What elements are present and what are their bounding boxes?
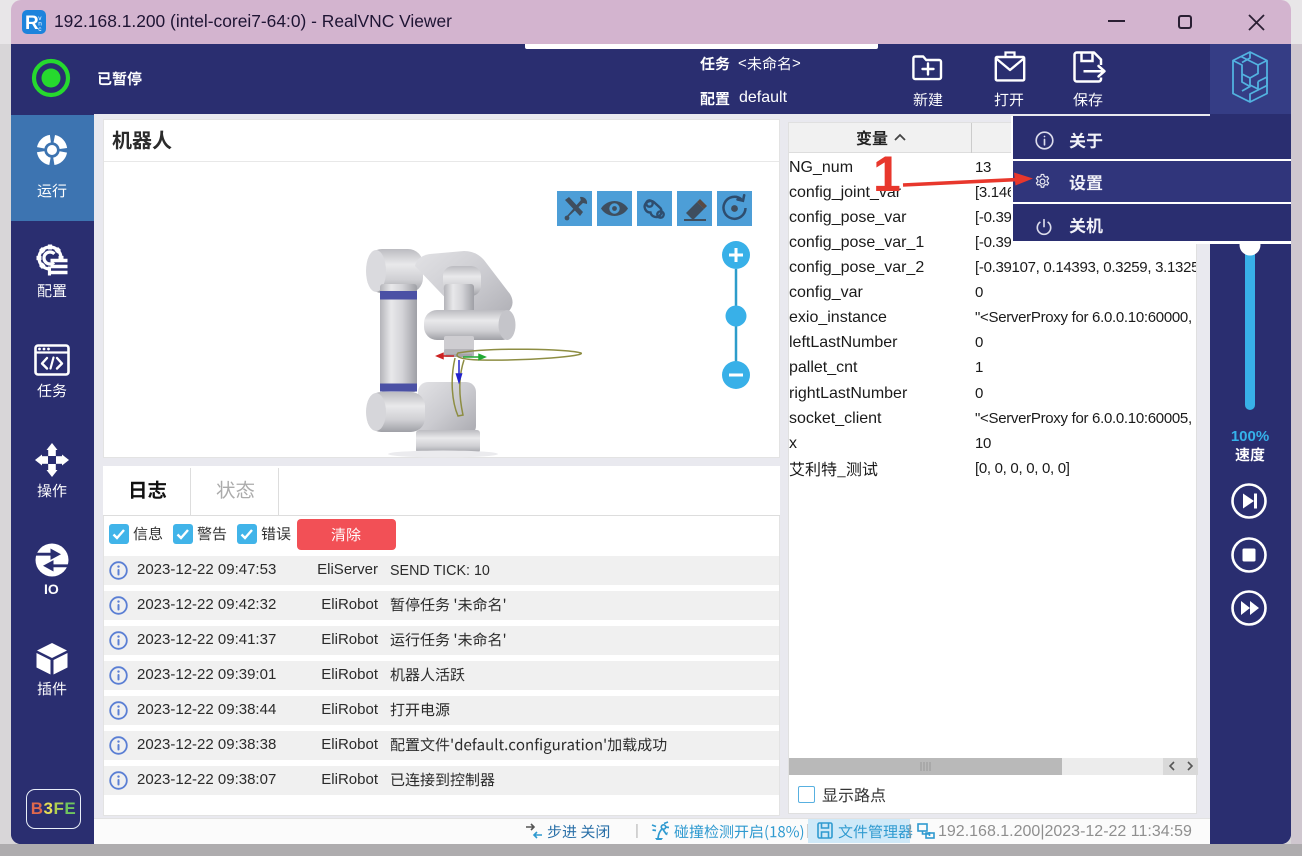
svg-text:R: R — [25, 13, 39, 34]
